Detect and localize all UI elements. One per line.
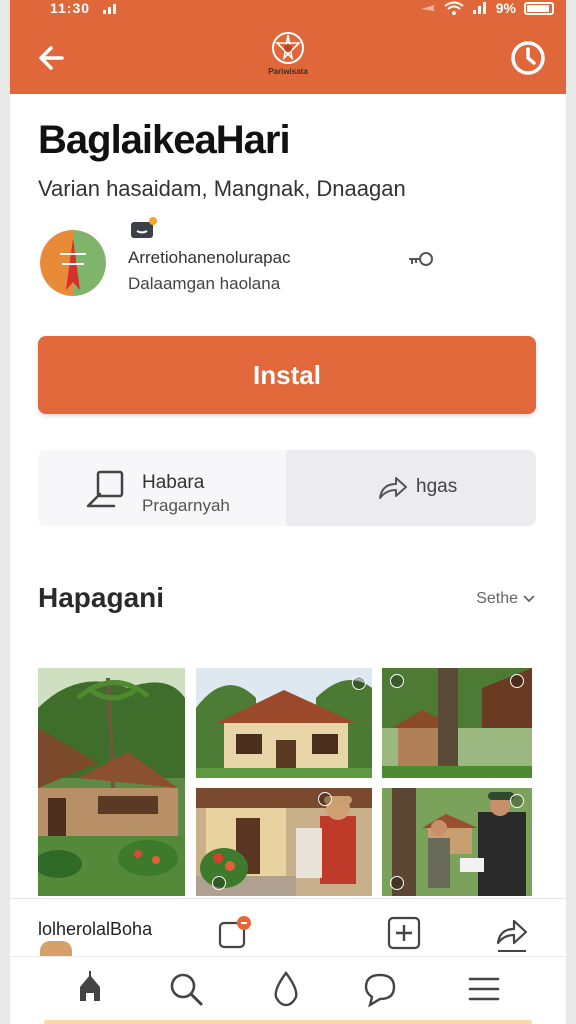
app-title: BaglaikeaHari <box>38 118 291 162</box>
review-action-subtitle: Pragarnyah <box>142 496 230 515</box>
install-button[interactable]: Instal <box>38 336 536 414</box>
logo-text: Pariwisata <box>268 67 308 76</box>
signal-icon <box>103 4 116 14</box>
search-icon[interactable] <box>166 969 206 1009</box>
sort-label: Sethe <box>476 590 518 607</box>
key-icon[interactable] <box>406 246 436 272</box>
developer-category: Dalaamgan haolana <box>128 274 281 293</box>
battery-percent: 9% <box>495 0 516 16</box>
app-bar: Pariwisata <box>10 18 566 94</box>
app-screen: 11:30 9% Pariwisata BaglaikeaHari Varian… <box>10 0 566 1024</box>
share-icon[interactable] <box>494 913 530 953</box>
bottom-navigation <box>10 956 566 1024</box>
pen-review-icon <box>86 470 124 508</box>
menu-icon[interactable] <box>464 969 504 1009</box>
thumb-badge <box>390 876 404 890</box>
status-time: 11:30 <box>50 0 91 16</box>
notification-icon[interactable] <box>216 915 252 951</box>
thumb-badge <box>212 876 226 890</box>
developer-name[interactable]: Arretiohanenolurapac <box>128 248 291 268</box>
wifi-icon <box>444 1 464 15</box>
sort-dropdown[interactable]: Sethe <box>476 590 536 608</box>
chat-icon[interactable] <box>360 969 400 1009</box>
arrow-left-icon[interactable] <box>32 38 72 78</box>
review-action-title: Habara <box>142 472 205 493</box>
emblem-icon <box>272 32 304 64</box>
drop-icon[interactable] <box>266 969 306 1009</box>
developer-avatar[interactable] <box>40 230 106 296</box>
gallery-image-5[interactable] <box>382 788 532 896</box>
app-logo: Pariwisata <box>262 30 314 88</box>
airplane-icon <box>420 5 435 11</box>
game-badge-icon <box>131 217 157 238</box>
cell-signal-icon <box>472 2 486 14</box>
clock-icon[interactable] <box>508 38 548 78</box>
share-icon <box>379 477 407 499</box>
home-indicator <box>44 1020 532 1024</box>
gallery-image-2[interactable] <box>196 668 372 778</box>
gallery-image-3[interactable] <box>382 668 532 778</box>
gallery-image-1[interactable] <box>38 668 185 896</box>
action-row: Habara Pragarnyah hgas <box>38 450 536 526</box>
thumb-badge <box>510 794 524 808</box>
bottom-panel-label: lolherolalBoha <box>38 919 153 939</box>
thumb-badge <box>318 792 332 806</box>
plus-icon[interactable] <box>386 915 422 951</box>
share-action[interactable]: hgas <box>286 450 536 526</box>
app-subtitle: Varian hasaidam, Mangnak, Dnaagan <box>38 176 406 201</box>
review-action[interactable]: Habara Pragarnyah <box>38 450 286 526</box>
home-icon[interactable] <box>70 969 110 1009</box>
battery-icon <box>524 1 554 15</box>
thumb-badge <box>510 674 524 688</box>
section-title: Hapagani <box>38 582 165 613</box>
status-bar: 11:30 9% <box>10 0 566 18</box>
share-action-label: hgas <box>416 476 458 497</box>
thumb-badge <box>390 674 404 688</box>
thumb-badge <box>352 676 366 690</box>
gallery-image-4[interactable] <box>196 788 372 896</box>
chevron-down-icon <box>523 595 535 603</box>
